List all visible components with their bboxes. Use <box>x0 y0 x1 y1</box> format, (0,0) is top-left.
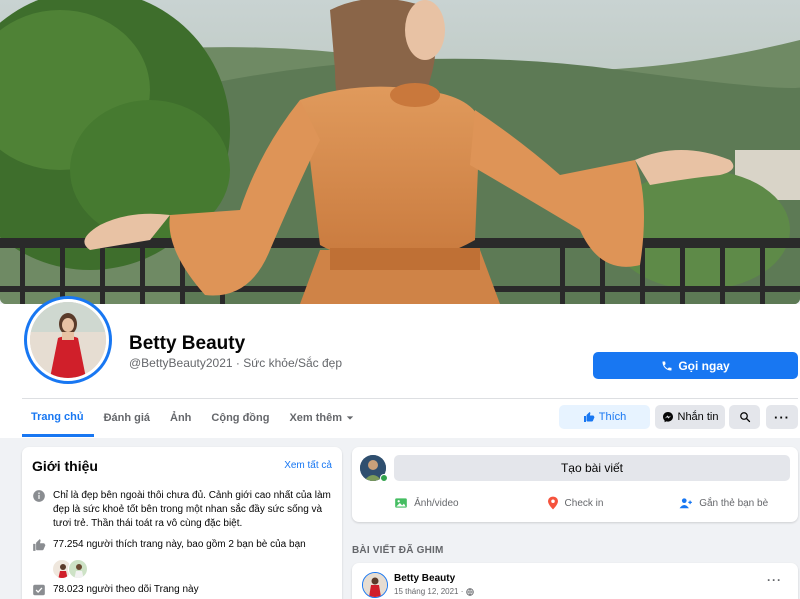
pinned-post-card: Betty Beauty 15 tháng 12, 2021 · ··· <box>352 563 798 599</box>
intro-followers: 78.023 người theo dõi Trang này <box>32 583 332 597</box>
create-post-prompt: Tạo bài viết <box>560 461 624 475</box>
tab-more[interactable]: Xem thêm <box>279 399 364 437</box>
tab-more-label: Xem thêm <box>289 412 343 424</box>
like-page-button[interactable]: Thích <box>559 405 650 429</box>
photo-video-button[interactable]: Ảnh/video <box>352 489 501 517</box>
page-tabs: Trang chủ Đánh giá Ảnh Cộng đồng Xem thê… <box>22 399 364 437</box>
post-meta: 15 tháng 12, 2021 · <box>394 587 475 596</box>
intro-title: Giới thiệu <box>32 458 98 474</box>
post-date[interactable]: 15 tháng 12, 2021 · <box>394 587 463 596</box>
tab-reviews[interactable]: Đánh giá <box>94 399 160 437</box>
more-options-button[interactable]: ··· <box>766 405 798 429</box>
post-options-button[interactable]: ··· <box>767 573 782 587</box>
intro-likes-text: 77.254 người thích trang này, bao gồm 2 … <box>53 539 306 550</box>
tab-photos-label: Ảnh <box>170 412 192 424</box>
page-handle-category: @BettyBeauty2021 · Sức khỏe/Sắc đẹp <box>129 356 343 370</box>
tag-friends-icon <box>679 498 693 509</box>
info-icon <box>33 490 45 502</box>
search-page-button[interactable] <box>729 405 760 429</box>
ellipsis-icon: ··· <box>774 409 790 425</box>
location-pin-icon <box>547 496 558 510</box>
caret-down-icon <box>346 416 354 420</box>
cover-illustration <box>0 0 800 304</box>
post-author-avatar[interactable] <box>362 572 388 598</box>
call-now-button[interactable]: Gọi ngay <box>593 352 798 379</box>
tag-friends-button[interactable]: Gắn thẻ bạn bè <box>649 489 798 517</box>
check-in-button[interactable]: Check in <box>501 489 650 517</box>
avatar-image <box>30 302 106 378</box>
tab-home-label: Trang chủ <box>31 410 84 423</box>
create-post-input[interactable]: Tạo bài viết <box>394 455 790 481</box>
tab-community[interactable]: Cộng đồng <box>201 399 279 437</box>
thumbs-up-icon <box>583 412 595 422</box>
search-icon <box>739 412 750 423</box>
globe-icon <box>466 587 475 596</box>
follow-check-icon <box>33 584 45 596</box>
phone-icon <box>662 361 672 370</box>
tab-home[interactable]: Trang chủ <box>22 399 94 437</box>
friends-avatars[interactable] <box>52 559 88 579</box>
cover-photo[interactable] <box>0 0 800 304</box>
messenger-icon <box>662 412 673 423</box>
intro-likes: 77.254 người thích trang này, bao gồm 2 … <box>32 538 332 552</box>
message-label: Nhắn tin <box>677 411 719 423</box>
page-title: Betty Beauty <box>129 333 246 354</box>
tab-reviews-label: Đánh giá <box>103 412 151 424</box>
see-all-link[interactable]: Xem tất cả <box>284 460 332 471</box>
call-now-label: Gọi ngay <box>678 358 730 373</box>
like-page-label: Thích <box>598 411 627 423</box>
friend-avatar <box>68 559 88 579</box>
check-in-label: Check in <box>564 497 604 509</box>
post-author-name[interactable]: Betty Beauty <box>394 573 455 584</box>
photo-icon <box>395 498 407 508</box>
tag-friends-label: Gắn thẻ bạn bè <box>699 497 769 509</box>
create-post-actions: Ảnh/video Check in Gắn thẻ bạn bè <box>352 489 798 517</box>
intro-followers-text: 78.023 người theo dõi Trang này <box>53 584 199 595</box>
create-post-card: Tạo bài viết Ảnh/video Check in Gắn thẻ … <box>352 447 798 522</box>
thumbs-up-icon <box>33 539 46 551</box>
ellipsis-icon: ··· <box>767 573 782 587</box>
message-button[interactable]: Nhắn tin <box>655 405 725 429</box>
pinned-posts-heading: BÀI VIẾT ĐÃ GHIM <box>352 545 444 556</box>
online-status-dot <box>380 474 388 482</box>
intro-bio: Chỉ là đẹp bên ngoài thôi chưa đủ. Cảnh … <box>32 489 332 531</box>
intro-bio-text: Chỉ là đẹp bên ngoài thôi chưa đủ. Cảnh … <box>53 490 331 529</box>
photo-video-label: Ảnh/video <box>414 497 459 509</box>
tab-photos[interactable]: Ảnh <box>160 399 201 437</box>
profile-avatar[interactable] <box>24 296 112 384</box>
tab-community-label: Cộng đồng <box>211 412 270 424</box>
intro-card: Giới thiệu Xem tất cả Chỉ là đẹp bên ngo… <box>22 447 342 599</box>
facebook-page: Betty Beauty @BettyBeauty2021 · Sức khỏe… <box>0 0 800 599</box>
